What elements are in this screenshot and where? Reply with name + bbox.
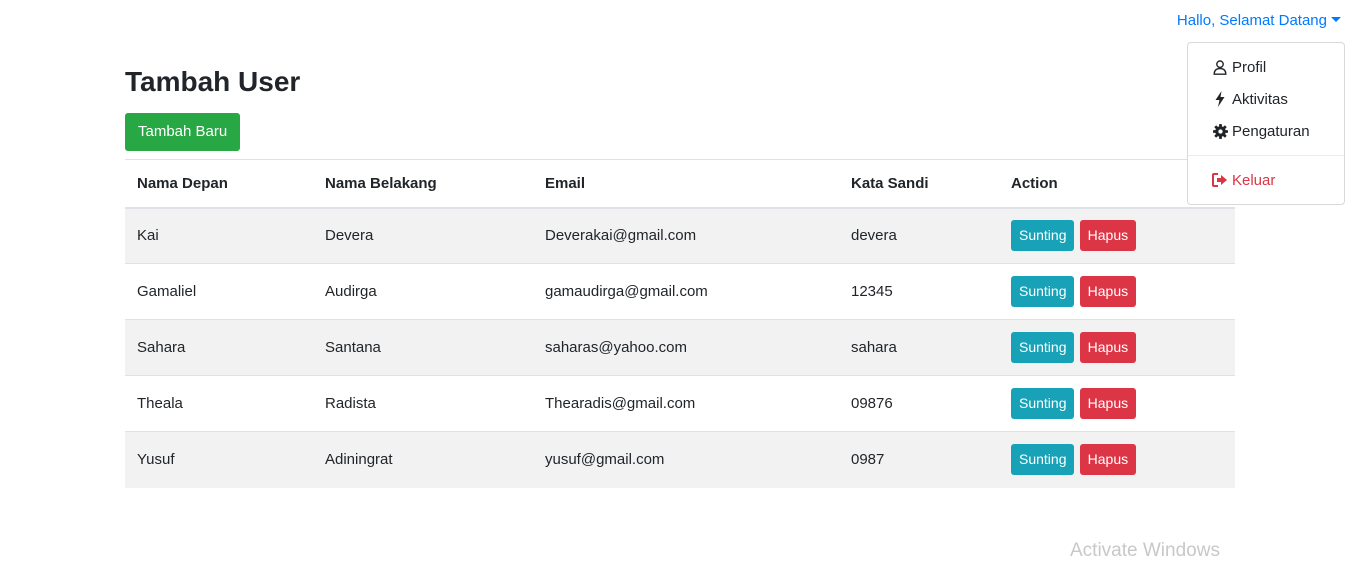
dropdown-item-keluar[interactable]: Keluar <box>1188 164 1344 196</box>
dropdown-item-pengaturan[interactable]: Pengaturan <box>1188 115 1344 147</box>
table-row: Theala Radista Thearadis@gmail.com 09876… <box>125 375 1235 432</box>
cell-last-name: Santana <box>313 319 533 376</box>
chevron-down-icon <box>1331 17 1341 22</box>
cell-actions: Sunting Hapus <box>999 431 1235 488</box>
cell-first-name: Sahara <box>125 319 313 376</box>
cell-password: 0987 <box>839 431 999 488</box>
cell-password: sahara <box>839 319 999 376</box>
dropdown-item-label: Pengaturan <box>1232 122 1310 140</box>
cell-actions: Sunting Hapus <box>999 319 1235 376</box>
user-icon <box>1212 59 1228 75</box>
gear-icon <box>1212 123 1228 139</box>
page-title: Tambah User <box>125 66 301 97</box>
cell-password: 09876 <box>839 375 999 432</box>
table-row: Gamaliel Audirga gamaudirga@gmail.com 12… <box>125 263 1235 320</box>
cell-first-name: Gamaliel <box>125 263 313 320</box>
edit-button[interactable]: Sunting <box>1011 276 1075 307</box>
cell-email: Deverakai@gmail.com <box>533 207 839 264</box>
users-table: Nama Depan Nama Belakang Email Kata Sand… <box>125 159 1235 488</box>
table-row: Yusuf Adiningrat yusuf@gmail.com 0987 Su… <box>125 431 1235 488</box>
cell-first-name: Yusuf <box>125 431 313 488</box>
cell-email: saharas@yahoo.com <box>533 319 839 376</box>
edit-button[interactable]: Sunting <box>1011 388 1075 419</box>
delete-button[interactable]: Hapus <box>1079 444 1137 476</box>
cell-last-name: Audirga <box>313 263 533 320</box>
edit-button[interactable]: Sunting <box>1011 332 1075 363</box>
column-header-last-name: Nama Belakang <box>313 159 533 209</box>
cell-email: gamaudirga@gmail.com <box>533 263 839 320</box>
cell-first-name: Kai <box>125 207 313 264</box>
column-header-email: Email <box>533 159 839 209</box>
cell-last-name: Devera <box>313 207 533 264</box>
dropdown-item-label: Keluar <box>1232 171 1276 189</box>
delete-button[interactable]: Hapus <box>1079 332 1137 363</box>
delete-button[interactable]: Hapus <box>1079 388 1137 419</box>
edit-button[interactable]: Sunting <box>1011 220 1075 252</box>
cell-actions: Sunting Hapus <box>999 263 1235 320</box>
dropdown-item-label: Aktivitas <box>1232 90 1288 108</box>
bolt-icon <box>1212 91 1228 107</box>
edit-button[interactable]: Sunting <box>1011 444 1075 476</box>
user-dropdown-menu: Profil Aktivitas Pengaturan Keluar <box>1187 42 1345 205</box>
delete-button[interactable]: Hapus <box>1079 276 1137 307</box>
cell-email: Thearadis@gmail.com <box>533 375 839 432</box>
dropdown-item-label: Profil <box>1232 58 1267 76</box>
column-header-first-name: Nama Depan <box>125 159 313 209</box>
cell-last-name: Radista <box>313 375 533 432</box>
table-row: Kai Devera Deverakai@gmail.com devera Su… <box>125 207 1235 264</box>
page: Hallo, Selamat Datang Profil Aktivitas P… <box>0 0 1363 567</box>
column-header-password: Kata Sandi <box>839 159 999 209</box>
delete-button[interactable]: Hapus <box>1079 220 1137 252</box>
dropdown-divider <box>1188 155 1344 156</box>
table-row: Sahara Santana saharas@yahoo.com sahara … <box>125 319 1235 376</box>
user-greeting: Hallo, Selamat Datang <box>1176 12 1327 29</box>
cell-password: devera <box>839 207 999 264</box>
dropdown-item-aktivitas[interactable]: Aktivitas <box>1188 83 1344 115</box>
cell-actions: Sunting Hapus <box>999 375 1235 432</box>
cell-actions: Sunting Hapus <box>999 207 1235 264</box>
main-content: Tambah User Tambah Baru Nama Depan Nama … <box>125 63 1235 488</box>
dropdown-item-profil[interactable]: Profil <box>1188 51 1344 83</box>
cell-email: yusuf@gmail.com <box>533 431 839 488</box>
user-menu-toggle[interactable]: Hallo, Selamat Datang <box>1177 11 1341 31</box>
add-new-button[interactable]: Tambah Baru <box>125 113 241 151</box>
cell-first-name: Theala <box>125 375 313 432</box>
sign-out-icon <box>1212 172 1228 188</box>
cell-password: 12345 <box>839 263 999 320</box>
activate-windows-watermark: Activate Windows <box>1070 540 1220 561</box>
cell-last-name: Adiningrat <box>313 431 533 488</box>
table-header-row: Nama Depan Nama Belakang Email Kata Sand… <box>125 159 1235 209</box>
